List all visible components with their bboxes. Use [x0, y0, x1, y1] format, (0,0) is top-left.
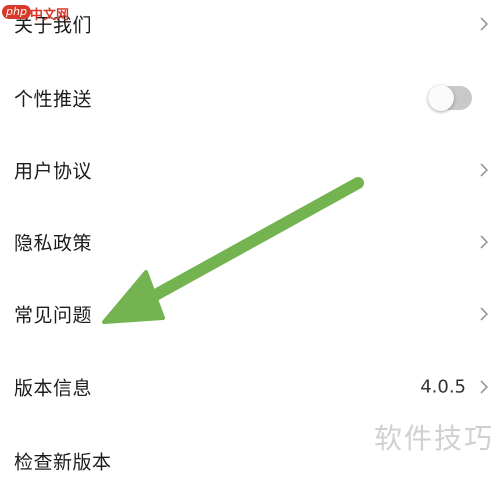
personalized-push-toggle[interactable] — [428, 85, 472, 111]
chevron-right-icon — [480, 307, 489, 321]
chevron-right-icon — [480, 380, 489, 394]
version-number: 4.0.5 — [420, 376, 466, 398]
site-logo: php 中文网 — [0, 0, 70, 28]
settings-item-label: 个性推送 — [14, 88, 93, 111]
settings-item-label: 常见问题 — [14, 304, 93, 327]
settings-page: 关于我们 个性推送 用户协议 隐私政策 常见问题 版本信息 4.0.5 检查新版… — [0, 0, 500, 483]
settings-item-label: 用户协议 — [14, 160, 93, 183]
chevron-right-icon — [480, 17, 489, 31]
settings-item-label: 隐私政策 — [14, 232, 93, 255]
settings-item-user-agreement[interactable]: 用户协议 — [0, 134, 500, 206]
toggle-knob — [428, 85, 454, 111]
watermark-text: 软件技巧 — [373, 422, 494, 455]
settings-item-about-us[interactable]: 关于我们 — [0, 0, 500, 60]
settings-item-faq[interactable]: 常见问题 — [0, 278, 500, 350]
settings-item-personalized-push: 个性推送 — [0, 62, 500, 134]
settings-item-label: 版本信息 — [14, 377, 93, 400]
settings-item-label: 检查新版本 — [14, 451, 112, 474]
logo-php-text: php — [2, 5, 31, 19]
settings-item-version-info[interactable]: 版本信息 4.0.5 — [0, 351, 500, 423]
logo-cn-text: 中文网 — [30, 8, 70, 23]
settings-item-privacy-policy[interactable]: 隐私政策 — [0, 206, 500, 278]
chevron-right-icon — [480, 235, 489, 249]
chevron-right-icon — [480, 163, 489, 177]
